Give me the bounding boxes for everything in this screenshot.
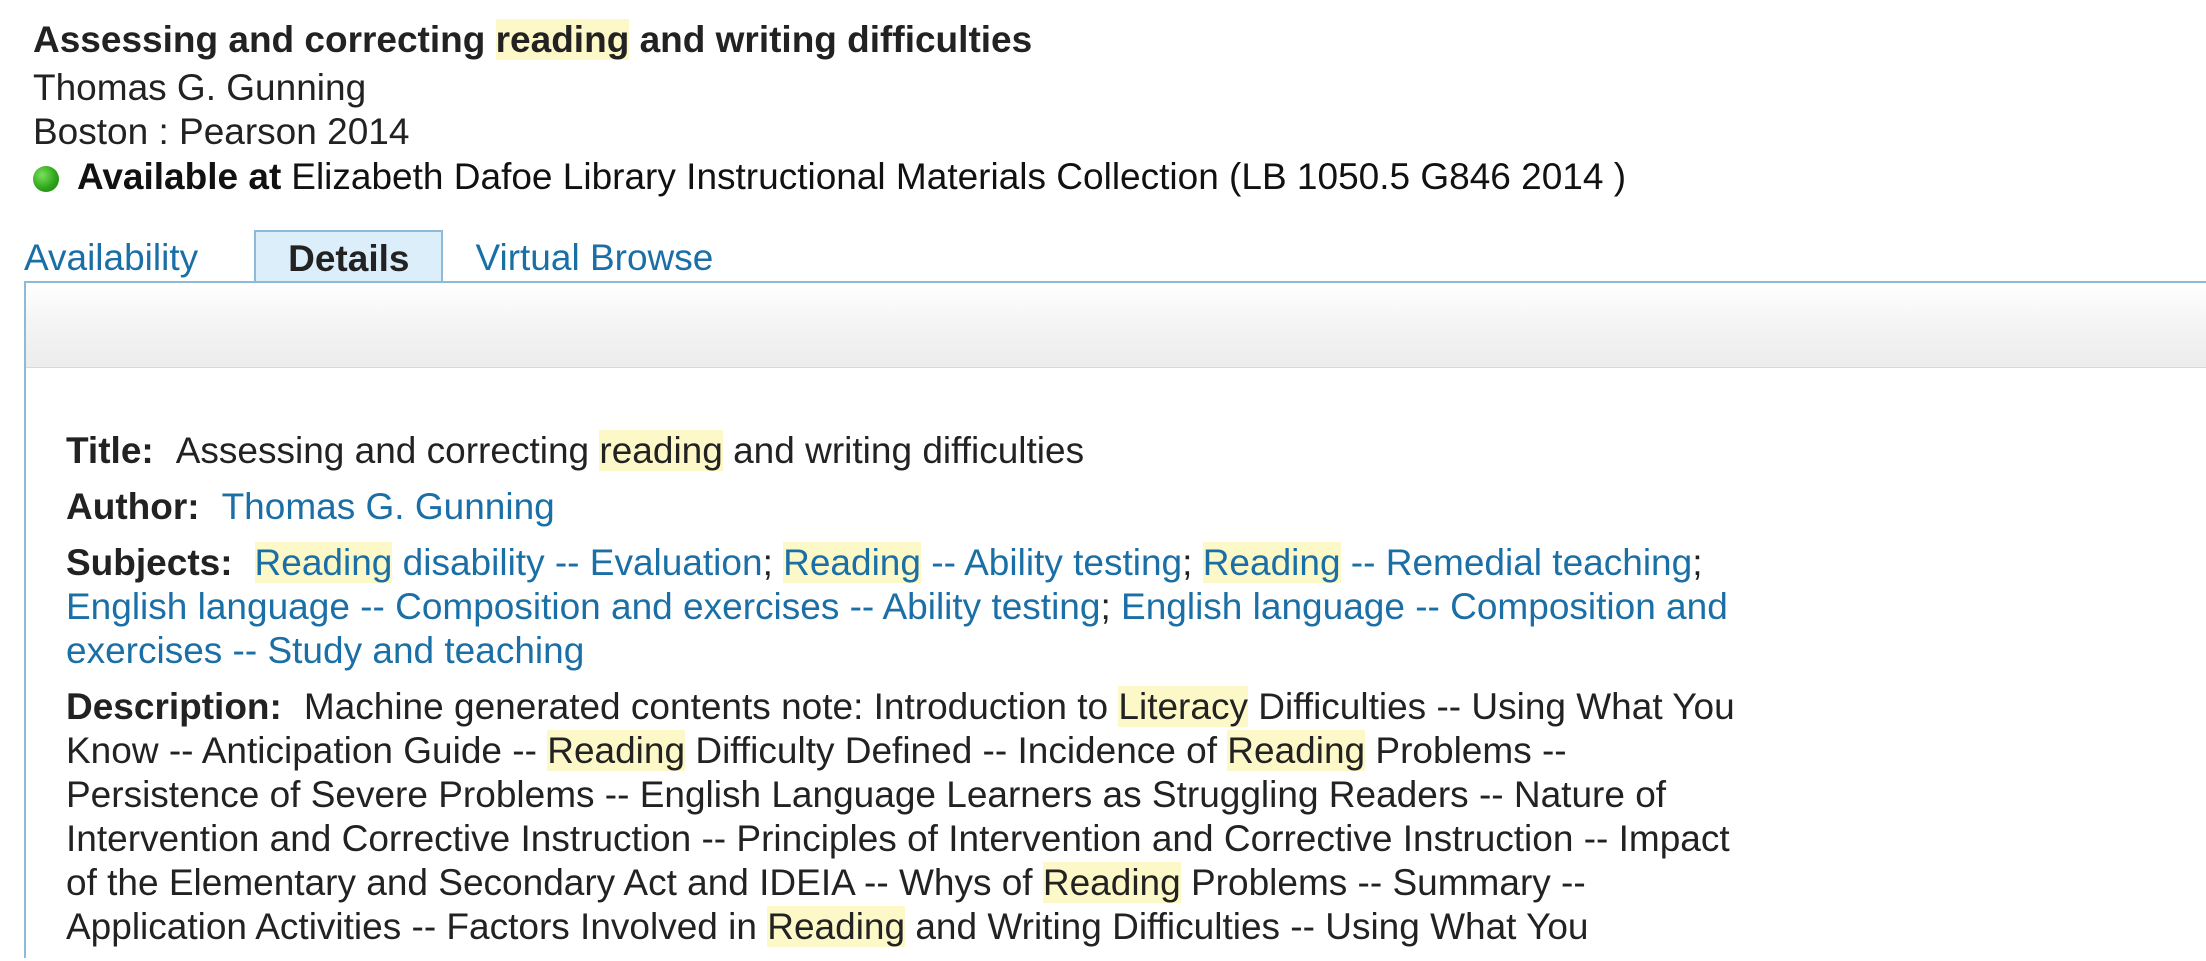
subject-separator: ; [1692,542,1703,583]
description-highlight: Reading [1227,730,1366,771]
tab-details[interactable]: Details [254,230,444,282]
subject-link[interactable]: Reading -- Ability testing [783,542,1182,583]
subject-link[interactable]: English language -- Composition and exer… [66,586,1100,627]
subject-link[interactable]: Reading disability -- Evaluation [254,542,763,583]
description-highlight: Reading [767,906,906,947]
record-publication: Boston : Pearson 2014 [33,111,410,152]
availability-location: Elizabeth Dafoe Library Instructional Ma… [291,156,1627,197]
title-value-part: and writing difficulties [722,430,1085,471]
description-text: Machine generated contents note: Introdu… [66,686,1735,947]
subjects-label: Subjects: [66,542,233,583]
description-highlight: Reading [1042,862,1181,903]
description-label: Description: [66,686,282,727]
record-tabs: Availability Details Virtual Browse [22,230,715,282]
description-highlight: Reading [547,730,686,771]
record-title-part: and writing difficulties [629,19,1033,60]
title-label: Title: [66,430,154,471]
record-title[interactable]: Assessing and correcting reading and wri… [33,14,2133,66]
record-author: Thomas G. Gunning [33,67,367,108]
record-title-part: Assessing and correcting [33,19,496,60]
subject-highlight: Reading [1202,542,1341,583]
title-field: Title: Assessing and correcting reading a… [66,429,1766,473]
subject-separator: ; [762,542,784,583]
subject-separator: ; [1100,586,1122,627]
author-field: Author: Thomas G. Gunning [66,485,1766,529]
record-summary: Assessing and correcting reading and wri… [33,14,2133,200]
subject-separator: ; [1182,542,1203,583]
availability-status: Available at Elizabeth Dafoe Library Ins… [33,154,2133,200]
description-field: Description: Machine generated contents n… [66,685,1766,949]
tab-availability[interactable]: Availability [22,234,200,282]
title-value-highlight: reading [599,430,723,471]
description-part: and Writing Difficulties -- Using What Y… [905,906,1589,947]
availability-label: Available at [77,156,282,197]
description-part: Difficulty Defined -- Incidence of [685,730,1228,771]
title-value-part: Assessing and correcting [175,430,600,471]
author-link[interactable]: Thomas G. Gunning [222,486,555,527]
details-panel: Title: Assessing and correcting reading a… [24,281,2206,958]
subjects-field: Subjects: Reading disability -- Evaluatio… [66,541,1766,673]
available-status-icon [33,166,59,192]
record-title-highlight: reading [495,19,630,60]
details-toolbar [26,283,2206,368]
description-highlight: Literacy [1118,686,1248,727]
subject-highlight: Reading [254,542,393,583]
subjects-list: Reading disability -- Evaluation; Readin… [66,542,1728,671]
details-fields: Title: Assessing and correcting reading a… [66,429,1766,961]
description-part: Machine generated contents note: Introdu… [303,686,1119,727]
subject-link[interactable]: Reading -- Remedial teaching [1202,542,1692,583]
subject-highlight: Reading [783,542,921,583]
tab-virtual-browse[interactable]: Virtual Browse [473,234,715,282]
author-label: Author: [66,486,200,527]
